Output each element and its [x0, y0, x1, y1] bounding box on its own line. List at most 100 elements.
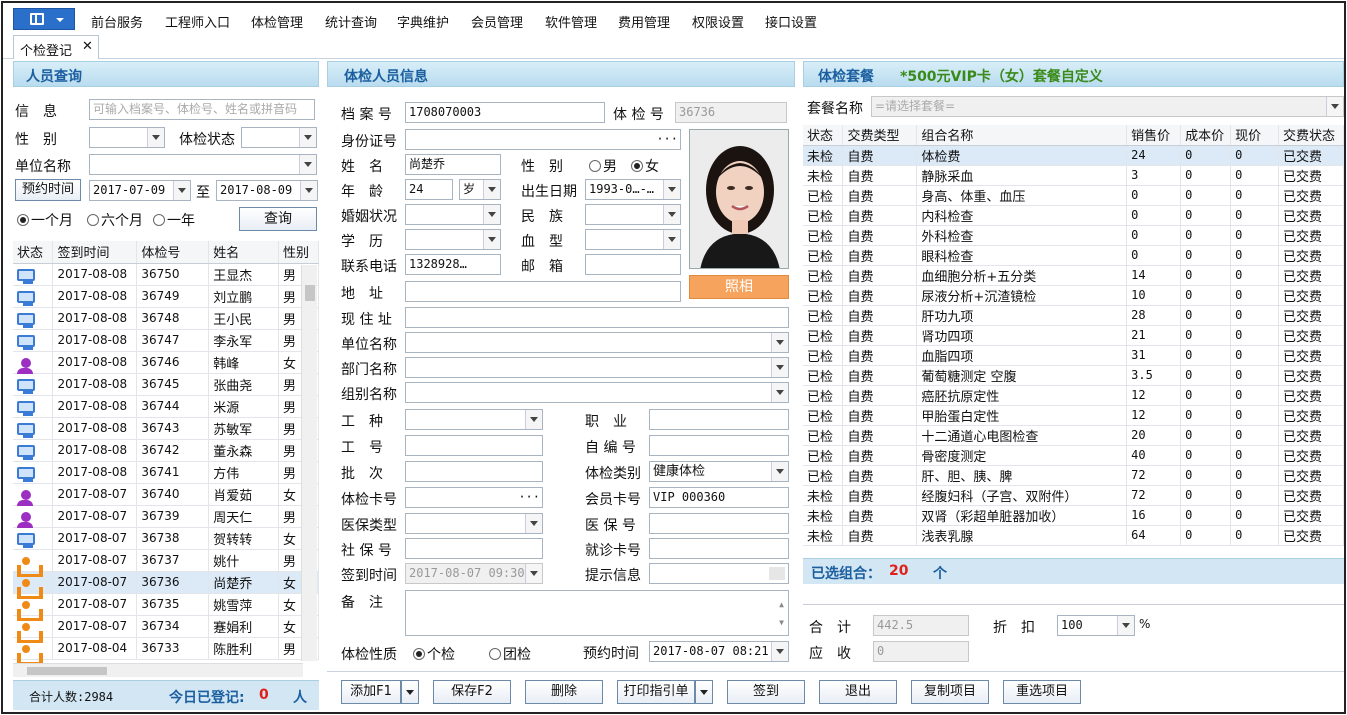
hint-field[interactable]: [649, 563, 789, 584]
table-row[interactable]: 未检 自费 静脉采血 3 0 0 已交费: [803, 165, 1344, 186]
menu-item-interface[interactable]: 接口设置: [765, 12, 817, 31]
table-row[interactable]: 未检 自费 经腹妇科（子宫、双附件） 72 0 0 已交费: [803, 485, 1344, 506]
print-dropdown-button[interactable]: [695, 680, 713, 704]
menu-item-member[interactable]: 会员管理: [471, 12, 523, 31]
table-row[interactable]: 未检 自费 体检费 24 0 0 已交费: [803, 145, 1344, 166]
col-status[interactable]: 状态: [803, 125, 844, 146]
table-row[interactable]: 已检 自费 身高、体重、血压 0 0 0 已交费: [803, 185, 1344, 206]
col-item-name[interactable]: 组合名称: [916, 125, 1128, 146]
appointment-time-select[interactable]: 2017-08-07 08:21: [649, 641, 789, 662]
tab-individual-registration[interactable]: 个检登记 ✕: [13, 35, 99, 59]
education-select[interactable]: [405, 229, 501, 250]
exit-button[interactable]: 退出: [819, 680, 897, 704]
chevron-up-icon[interactable]: ▲: [779, 595, 784, 614]
package-select[interactable]: =请选择套餐=: [871, 96, 1344, 117]
insurance-no-field[interactable]: [649, 513, 789, 534]
menu-item-exam-mgmt[interactable]: 体检管理: [251, 12, 303, 31]
menu-item-engineer[interactable]: 工程师入口: [165, 12, 230, 31]
table-row[interactable]: 已检 自费 甲胎蛋白定性 12 0 0 已交费: [803, 405, 1344, 426]
copy-items-button[interactable]: 复制项目: [911, 680, 989, 704]
self-no-field[interactable]: [649, 435, 789, 456]
scroll-thumb[interactable]: [305, 285, 315, 301]
checkin-button[interactable]: 签到: [727, 680, 805, 704]
print-guide-button[interactable]: 打印指引单: [617, 680, 695, 704]
unit-select[interactable]: [89, 154, 317, 175]
phone-field[interactable]: 1328928…: [405, 254, 501, 275]
birth-date-select[interactable]: 1993-0…-…: [585, 179, 681, 200]
table-row[interactable]: 已检 自费 内科检查 0 0 0 已交费: [803, 205, 1344, 226]
table-row[interactable]: 未检 自费 双肾（彩超单脏器加收） 16 0 0 已交费: [803, 505, 1344, 526]
email-field[interactable]: [585, 254, 681, 275]
work-type-select[interactable]: [405, 409, 543, 430]
range-six-months[interactable]: 六个月: [87, 210, 143, 230]
col-name[interactable]: 姓名: [208, 241, 280, 264]
table-row[interactable]: 已检 自费 癌胚抗原定性 12 0 0 已交费: [803, 385, 1344, 406]
app-menu-button[interactable]: [13, 8, 75, 30]
unit-name-select[interactable]: [405, 332, 789, 353]
marital-select[interactable]: [405, 204, 501, 225]
query-button[interactable]: 查询: [239, 207, 317, 231]
employee-no-field[interactable]: [405, 435, 543, 456]
close-icon[interactable]: ✕: [82, 39, 93, 54]
col-exam-no[interactable]: 体检号: [136, 241, 210, 264]
personal-exam-radio[interactable]: 个检: [413, 644, 455, 664]
col-pay-type[interactable]: 交费类型: [842, 125, 918, 146]
group-exam-radio[interactable]: 团检: [489, 644, 531, 664]
table-row[interactable]: 2017-08-07 36737 姚什男: [13, 549, 319, 577]
table-row[interactable]: 已检 自费 葡萄糖测定 空腹 3.5 0 0 已交费: [803, 365, 1344, 386]
delete-button[interactable]: 删除: [525, 680, 603, 704]
table-row[interactable]: 2017-08-07 36739 周天仁男: [13, 505, 319, 528]
table-row[interactable]: 已检 自费 肝功九项 28 0 0 已交费: [803, 305, 1344, 326]
table-row[interactable]: 已检 自费 骨密度测定 40 0 0 已交费: [803, 445, 1344, 466]
more-icon[interactable]: ···: [656, 130, 678, 149]
job-field[interactable]: [649, 409, 789, 430]
member-card-field[interactable]: VIP 000360: [649, 487, 789, 508]
sex-female-radio[interactable]: 女: [631, 156, 659, 176]
age-unit-select[interactable]: 岁: [459, 179, 501, 200]
table-row[interactable]: 2017-08-07 36738 贺转转女: [13, 527, 319, 550]
sex-male-radio[interactable]: 男: [589, 156, 617, 176]
col-sale-price[interactable]: 销售价: [1126, 125, 1182, 146]
menu-item-software[interactable]: 软件管理: [545, 12, 597, 31]
add-dropdown-button[interactable]: [401, 680, 419, 704]
reselect-items-button[interactable]: 重选项目: [1003, 680, 1081, 704]
current-address-field[interactable]: [405, 307, 789, 328]
person-table-hscrollbar[interactable]: [13, 663, 303, 677]
social-no-field[interactable]: [405, 538, 543, 559]
address-field[interactable]: [405, 281, 681, 302]
menu-item-fees[interactable]: 费用管理: [618, 12, 670, 31]
col-cost-price[interactable]: 成本价: [1180, 125, 1232, 146]
menu-item-permissions[interactable]: 权限设置: [692, 12, 744, 31]
hscroll-thumb[interactable]: [27, 667, 107, 675]
blood-select[interactable]: [585, 229, 681, 250]
table-row[interactable]: 已检 自费 外科检查 0 0 0 已交费: [803, 225, 1344, 246]
col-status[interactable]: 状态: [13, 241, 54, 264]
save-button[interactable]: 保存F2: [433, 680, 511, 704]
menu-item-front-desk[interactable]: 前台服务: [91, 12, 143, 31]
take-photo-button[interactable]: 照相: [689, 275, 789, 299]
table-row[interactable]: 2017-08-08 36748 王小民男: [13, 307, 319, 330]
group-select[interactable]: [405, 382, 789, 403]
archive-no-field[interactable]: 1708070003: [405, 102, 605, 123]
table-row[interactable]: 已检 自费 血脂四项 31 0 0 已交费: [803, 345, 1344, 366]
table-row[interactable]: 已检 自费 肾功四项 21 0 0 已交费: [803, 325, 1344, 346]
hint-button[interactable]: [769, 567, 785, 580]
menu-item-dictionary[interactable]: 字典维护: [397, 12, 449, 31]
category-select[interactable]: 健康体检: [649, 461, 789, 482]
col-sex[interactable]: 性别: [278, 241, 319, 264]
col-current-price[interactable]: 现价: [1230, 125, 1279, 146]
exam-card-field[interactable]: ···: [405, 487, 543, 508]
discount-select[interactable]: 100: [1057, 615, 1135, 636]
info-search-input[interactable]: 可输入档案号、体检号、姓名或拼音码: [89, 99, 315, 120]
table-row[interactable]: 2017-08-04 36733 陈胜利男: [13, 637, 319, 665]
visit-card-field[interactable]: [649, 538, 789, 559]
nation-select[interactable]: [585, 204, 681, 225]
table-row[interactable]: 已检 自费 肝、胆、胰、脾 72 0 0 已交费: [803, 465, 1344, 486]
dept-select[interactable]: [405, 357, 789, 378]
table-row[interactable]: 2017-08-08 36747 李永军男: [13, 329, 319, 352]
date-from-select[interactable]: 2017-07-09: [89, 180, 191, 201]
table-row[interactable]: 已检 自费 眼科检查 0 0 0 已交费: [803, 245, 1344, 266]
gender-select[interactable]: [89, 127, 165, 148]
col-pay-status[interactable]: 交费状态: [1278, 125, 1344, 146]
name-field[interactable]: 尚楚乔: [405, 154, 501, 175]
